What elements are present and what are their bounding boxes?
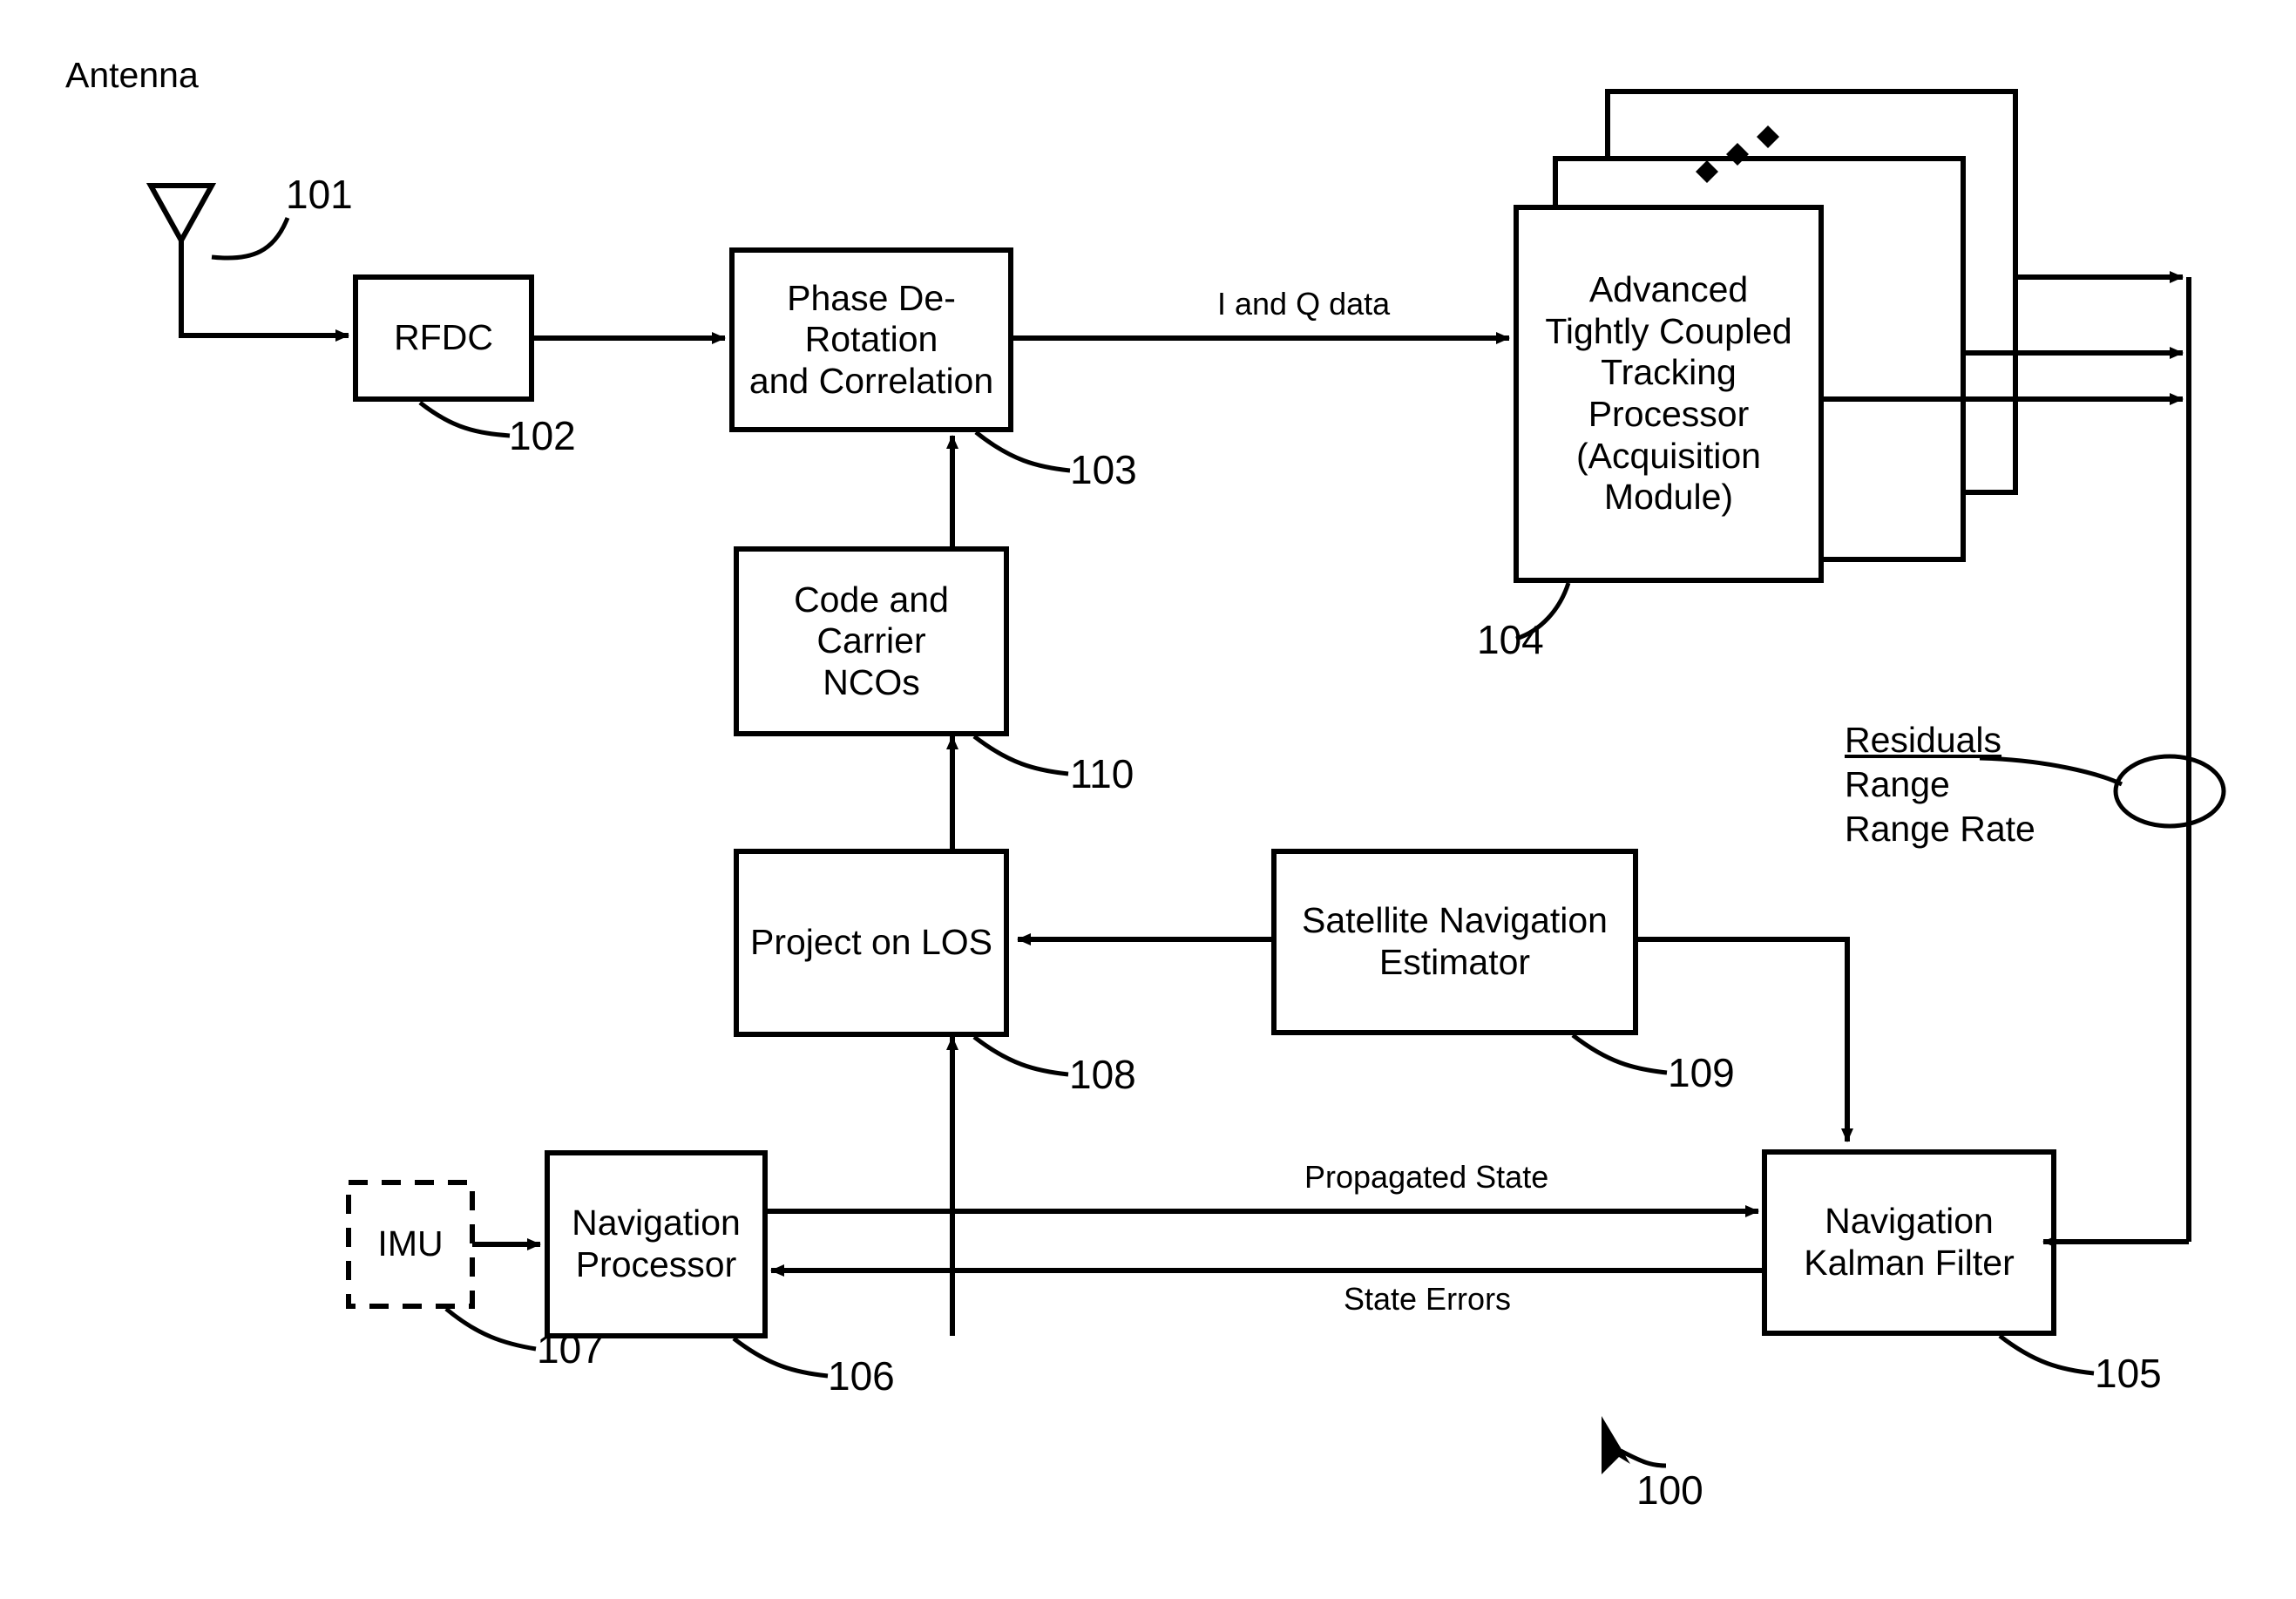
ref-numeral-104: 104 [1477,617,1544,662]
patent-figure-diagram: Antenna RFDC Phase De-Rotation and Corre… [0,0,2296,1599]
block-rfdc [353,274,534,402]
ref-numeral-109: 109 [1668,1050,1735,1095]
residuals-title: Residuals [1845,720,2002,760]
ref-numeral-101: 101 [286,172,353,217]
edge-label-iq-data: I and Q data [1217,286,1391,322]
block-phase [729,247,1013,432]
ref-numeral-100: 100 [1636,1467,1703,1513]
ref-numeral-106: 106 [828,1353,895,1399]
block-nkf [1762,1149,2056,1336]
block-ncos [734,546,1009,736]
block-atctp-stack [1514,89,2018,583]
antenna-label: Antenna [65,55,199,95]
ref-numeral-108: 108 [1069,1052,1136,1097]
ref-numeral-103: 103 [1070,447,1137,492]
block-imu [346,1180,475,1309]
block-satnav [1271,849,1638,1035]
block-atctp-front [1514,205,1824,583]
residuals-marker-ellipse [2113,754,2226,829]
ref-numeral-107: 107 [537,1326,604,1372]
residuals-item-range: Range [1845,764,1950,804]
edge-label-propagated-state: Propagated State [1304,1159,1549,1195]
ref-numeral-110: 110 [1070,751,1134,796]
block-los [734,849,1009,1037]
edge-label-state-errors: State Errors [1344,1281,1512,1317]
ref-numeral-105: 105 [2095,1351,2162,1396]
residuals-item-range-rate: Range Rate [1845,809,2035,849]
ref-numeral-102: 102 [509,413,576,458]
figure-ref-pointer-icon [1602,1416,1630,1474]
block-navproc [545,1150,768,1338]
residuals-annotation: Residuals Range Range Rate [1845,720,2035,850]
